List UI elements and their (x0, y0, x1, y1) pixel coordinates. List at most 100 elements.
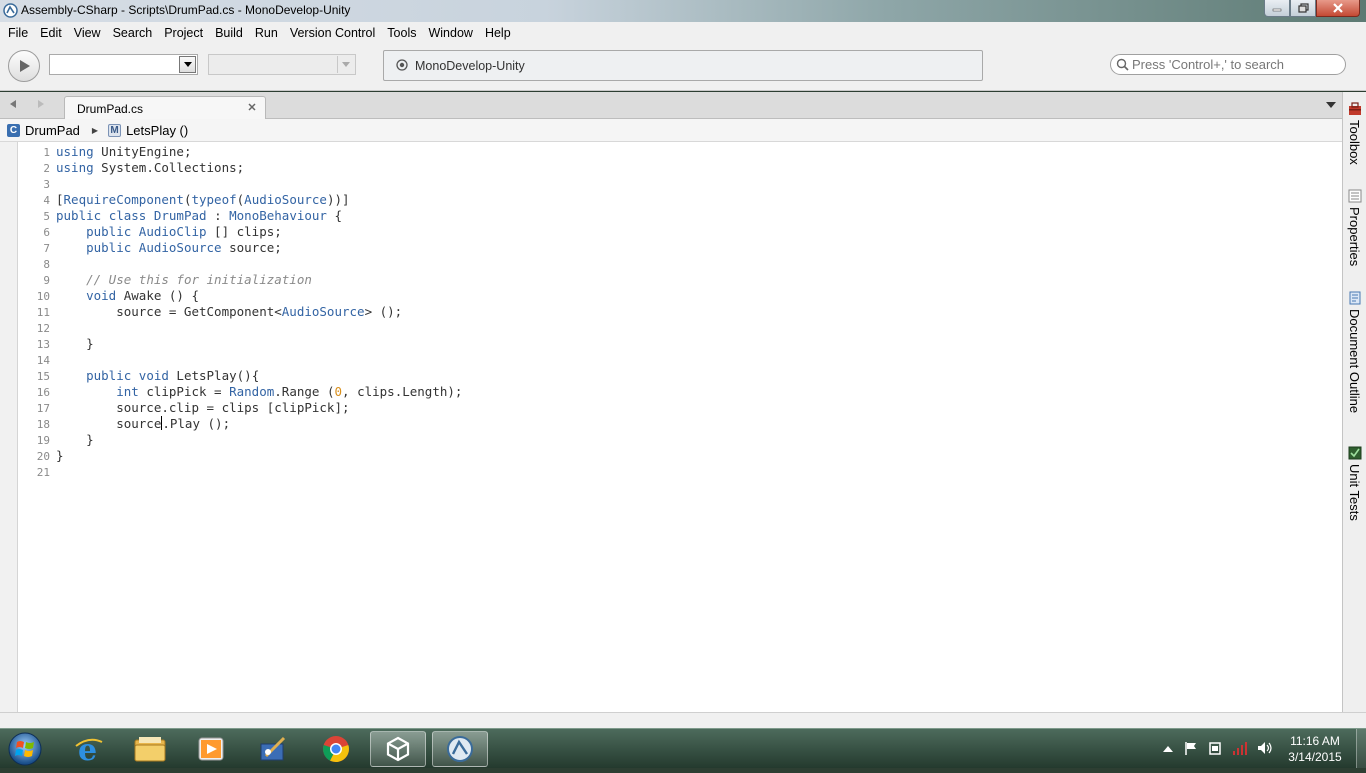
monodevelop-icon (447, 736, 473, 762)
tab-scroll-left-icon[interactable] (8, 99, 18, 109)
code-line[interactable]: 2 using System.Collections; (18, 160, 244, 176)
status-strip (0, 712, 1366, 728)
minimize-button[interactable] (1264, 0, 1290, 17)
configuration-selector[interactable] (49, 54, 198, 75)
search-input[interactable]: Press 'Control+,' to search (1110, 54, 1346, 75)
line-number: 9 (43, 274, 50, 287)
taskbar-chrome[interactable] (308, 731, 364, 767)
code-line[interactable]: 11 source = GetComponent<AudioSource> ()… (18, 304, 402, 320)
dock-toolbox[interactable]: Toolbox (1343, 102, 1366, 182)
action-center-flag-icon[interactable] (1184, 741, 1198, 755)
unity-icon (386, 736, 410, 762)
close-window-button[interactable] (1316, 0, 1360, 17)
network-icon[interactable] (1232, 741, 1250, 755)
menu-file[interactable]: File (2, 22, 34, 45)
code-line[interactable]: 18 source.Play (); (18, 416, 230, 432)
device-icon[interactable] (1208, 741, 1222, 755)
dock-unit-tests[interactable]: Unit Tests (1343, 446, 1366, 531)
code-line[interactable]: 13 } (18, 336, 94, 352)
taskbar-monodevelop[interactable] (432, 731, 488, 767)
menu-bar: File Edit View Search Project Build Run … (0, 22, 1366, 45)
line-number: 7 (43, 242, 50, 255)
code-line[interactable]: 3 (18, 176, 50, 192)
code-line[interactable]: 12 (18, 320, 50, 336)
tab-label: DrumPad.cs (77, 102, 144, 116)
tab-list-dropdown-icon[interactable] (1326, 102, 1336, 109)
taskbar-internet-explorer[interactable]: e (61, 731, 117, 767)
show-desktop-button[interactable] (1356, 729, 1366, 768)
status-text: MonoDevelop-Unity (415, 59, 525, 73)
menu-run[interactable]: Run (249, 22, 284, 45)
chrome-icon (323, 736, 349, 763)
code-line[interactable]: 20} (18, 448, 64, 464)
code-line[interactable]: 9 // Use this for initialization (18, 272, 312, 288)
target-selector[interactable] (208, 54, 356, 75)
line-number: 1 (43, 146, 50, 159)
code-line[interactable]: 16 int clipPick = Random.Range (0, clips… (18, 384, 463, 400)
show-hidden-icons-icon[interactable] (1163, 745, 1173, 752)
dock-label: Properties (1347, 207, 1362, 267)
code-text: } (56, 432, 94, 447)
run-button[interactable] (8, 50, 40, 82)
dock-document-outline[interactable]: Document Outline (1343, 291, 1366, 436)
tab-scroll-right-icon[interactable] (36, 99, 46, 109)
restore-icon (1297, 3, 1309, 13)
tab-drumpad-cs[interactable]: DrumPad.cs (64, 96, 266, 120)
dock-label: Unit Tests (1347, 464, 1362, 521)
code-line[interactable]: 21 (18, 464, 50, 480)
taskbar-tool-app[interactable] (245, 731, 301, 767)
menu-edit[interactable]: Edit (34, 22, 68, 45)
breadcrumb-method[interactable]: LetsPlay () (126, 123, 188, 138)
menu-build[interactable]: Build (209, 22, 249, 45)
code-line[interactable]: 17 source.clip = clips [clipPick]; (18, 400, 350, 416)
windows-logo-icon (8, 732, 42, 766)
code-line[interactable]: 15 public void LetsPlay(){ (18, 368, 259, 384)
menu-search[interactable]: Search (107, 22, 159, 45)
start-button[interactable] (5, 730, 45, 768)
volume-icon[interactable] (1257, 741, 1273, 755)
search-placeholder: Press 'Control+,' to search (1132, 57, 1285, 72)
close-tab-icon[interactable] (247, 102, 257, 112)
code-line[interactable]: 7 public AudioSource source; (18, 240, 281, 256)
line-number: 15 (36, 370, 50, 383)
menu-version-control[interactable]: Version Control (284, 22, 381, 45)
maximize-button[interactable] (1290, 0, 1316, 17)
code-line[interactable]: 1 using UnityEngine; (18, 144, 191, 160)
menu-project[interactable]: Project (158, 22, 209, 45)
menu-tools[interactable]: Tools (381, 22, 422, 45)
code-text: using System.Collections; (56, 160, 245, 175)
code-line[interactable]: 14 (18, 352, 50, 368)
dock-properties[interactable]: Properties (1343, 189, 1366, 279)
code-line[interactable]: 19 } (18, 432, 94, 448)
code-line[interactable]: 6 public AudioClip [] clips; (18, 224, 281, 240)
menu-help[interactable]: Help (479, 22, 517, 45)
close-icon (1333, 3, 1343, 13)
line-number: 19 (36, 434, 50, 447)
taskbar-clock[interactable]: 11:16 AM 3/14/2015 (1282, 733, 1348, 765)
svg-text:e: e (78, 734, 97, 764)
line-number: 14 (36, 354, 50, 367)
dock-label: Toolbox (1347, 120, 1362, 165)
taskbar-unity[interactable] (370, 731, 426, 767)
line-number: 3 (43, 178, 50, 191)
code-text: // Use this for initialization (86, 272, 312, 287)
code-text: source = GetComponent<AudioSource> (); (56, 304, 403, 319)
code-line[interactable]: 8 (18, 256, 50, 272)
code-line[interactable]: 10 void Awake () { (18, 288, 199, 304)
code-line[interactable]: 5 public class DrumPad : MonoBehaviour { (18, 208, 342, 224)
code-text: } (56, 448, 64, 463)
document-outline-icon (1349, 291, 1361, 305)
menu-view[interactable]: View (68, 22, 107, 45)
line-number: 10 (36, 290, 50, 303)
breadcrumb-class[interactable]: DrumPad (25, 123, 80, 138)
code-line[interactable]: 4 [RequireComponent(typeof(AudioSource))] (18, 192, 349, 208)
menu-window[interactable]: Window (422, 22, 478, 45)
code-text: int clipPick = Random.Range (0, clips.Le… (116, 384, 463, 399)
media-player-icon (198, 737, 224, 761)
chevron-down-icon (337, 56, 354, 73)
dock-label: Document Outline (1347, 309, 1362, 414)
code-editor[interactable]: 1 using UnityEngine; 2 using System.Collect… (17, 142, 1342, 712)
taskbar-media-player[interactable] (183, 731, 239, 767)
toolbar: MonoDevelop-Unity Press 'Control+,' to s… (0, 45, 1366, 91)
taskbar-file-explorer[interactable] (122, 731, 178, 767)
